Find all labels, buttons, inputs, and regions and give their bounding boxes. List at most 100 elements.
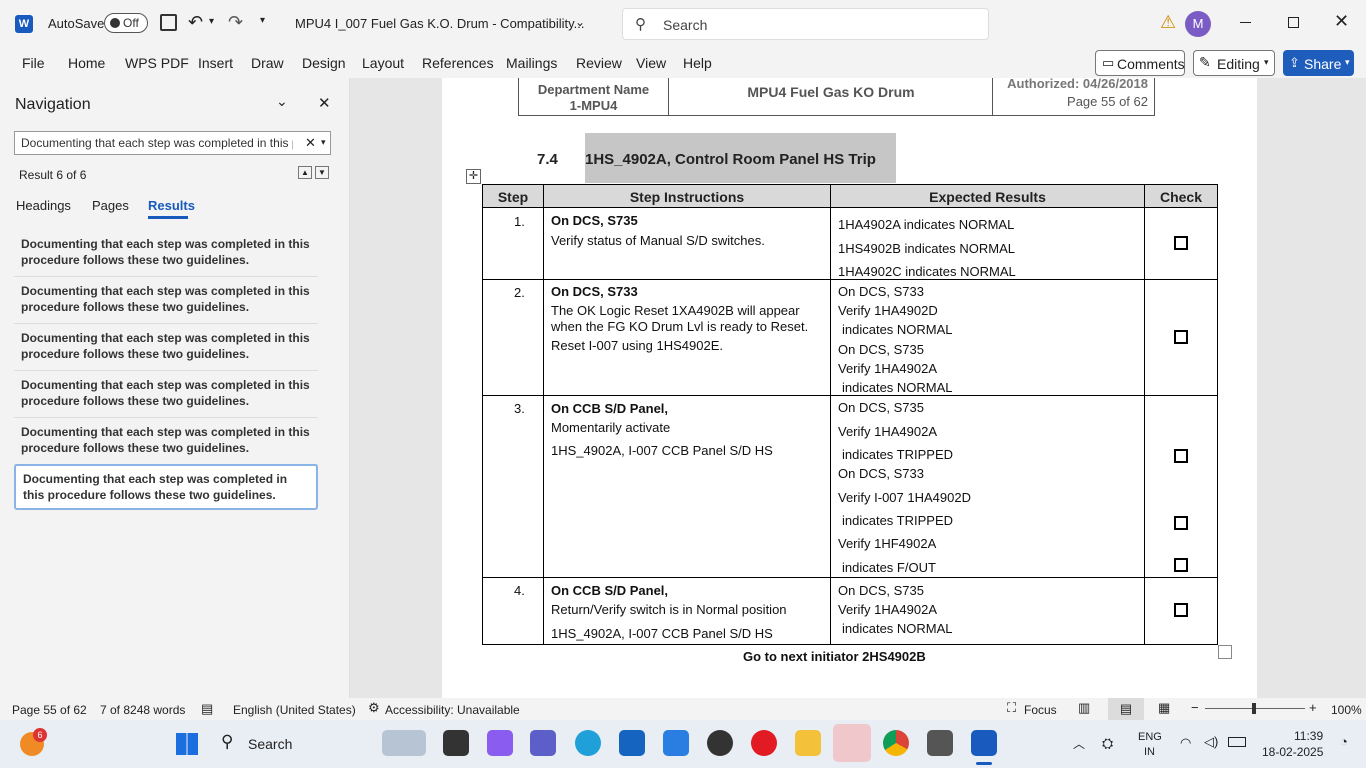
close-button[interactable]: ✕ xyxy=(1334,11,1349,32)
row-divider xyxy=(482,577,1218,578)
redo-icon[interactable]: ↷ xyxy=(228,12,243,33)
taskbar-search[interactable]: Search xyxy=(248,736,292,752)
maximize-button[interactable] xyxy=(1288,17,1299,28)
status-language[interactable]: English (United States) xyxy=(233,703,356,717)
tab-pages[interactable]: Pages xyxy=(92,198,129,213)
comments-button[interactable]: ▭ Comments xyxy=(1095,50,1185,76)
notification-bell-icon[interactable]: ◔ xyxy=(1340,734,1348,749)
start-icon[interactable] xyxy=(176,733,198,755)
title-dropdown-icon[interactable]: ⌄ xyxy=(575,15,585,29)
zoom-level[interactable]: 100% xyxy=(1331,703,1362,717)
save-icon[interactable] xyxy=(160,14,177,31)
search-result[interactable]: Documenting that each step was completed… xyxy=(14,419,318,465)
check-box[interactable] xyxy=(1174,330,1188,344)
search-options-icon[interactable]: ▾ xyxy=(321,137,326,148)
read-mode-icon[interactable]: ▥ xyxy=(1078,700,1090,716)
zoom-in-button[interactable]: + xyxy=(1309,700,1317,715)
edge-icon[interactable] xyxy=(575,730,601,756)
clock-date[interactable]: 18-02-2025 xyxy=(1262,745,1323,759)
tab-draw[interactable]: Draw xyxy=(251,55,284,71)
wifi-icon[interactable]: ◠ xyxy=(1180,735,1191,751)
check-box[interactable] xyxy=(1174,236,1188,250)
undo-dropdown-icon[interactable]: ▾ xyxy=(209,16,214,27)
nav-close-icon[interactable]: ✕ xyxy=(318,94,331,112)
tab-headings[interactable]: Headings xyxy=(16,198,71,213)
focus-button[interactable]: Focus xyxy=(1024,703,1057,717)
word-taskbar-icon[interactable] xyxy=(971,730,997,756)
proofing-icon[interactable]: ▤ xyxy=(201,701,213,717)
avatar[interactable]: M xyxy=(1185,11,1211,37)
tab-results[interactable]: Results xyxy=(148,198,195,213)
nav-options-icon[interactable]: ⌄ xyxy=(276,93,288,110)
language-indicator[interactable]: ENG xyxy=(1138,731,1162,743)
status-words[interactable]: 7 of 8248 words xyxy=(100,703,185,717)
power-automate-icon[interactable] xyxy=(663,730,689,756)
table-resize-handle[interactable] xyxy=(1218,645,1232,659)
autosave-toggle[interactable]: Off xyxy=(104,13,148,33)
clock-time[interactable]: 11:39 xyxy=(1294,729,1323,743)
header-dept-code: 1-MPU4 xyxy=(569,98,618,113)
next-result-button[interactable]: ▼ xyxy=(315,166,329,179)
store-icon[interactable] xyxy=(619,730,645,756)
share-button[interactable]: ⇪ Share ▾ xyxy=(1283,50,1354,76)
remote-desktop-icon[interactable] xyxy=(927,730,953,756)
status-accessibility[interactable]: Accessibility: Unavailable xyxy=(385,703,520,717)
task-view-icon[interactable] xyxy=(443,730,469,756)
check-box[interactable] xyxy=(1174,558,1188,572)
search-highlight-icon[interactable] xyxy=(382,730,426,756)
tray-chevron-icon[interactable]: ︿ xyxy=(1073,735,1085,752)
tab-review[interactable]: Review xyxy=(576,55,622,71)
accessibility-icon: ⚙ xyxy=(368,700,380,715)
chrome-icon[interactable] xyxy=(883,730,909,756)
zoom-out-button[interactable]: − xyxy=(1191,700,1199,715)
tab-wps-pdf[interactable]: WPS PDF xyxy=(125,55,189,71)
search-result[interactable]: Documenting that each step was completed… xyxy=(14,231,318,277)
previous-result-button[interactable]: ▲ xyxy=(298,166,312,179)
tab-references[interactable]: References xyxy=(422,55,494,71)
tab-design[interactable]: Design xyxy=(302,55,346,71)
tab-help[interactable]: Help xyxy=(683,55,712,71)
snipping-tool-icon[interactable] xyxy=(833,724,871,762)
zoom-slider-thumb[interactable] xyxy=(1252,703,1256,714)
search-result[interactable]: Documenting that each step was completed… xyxy=(14,372,318,418)
search-result[interactable]: Documenting that each step was completed… xyxy=(14,325,318,371)
check-box[interactable] xyxy=(1174,603,1188,617)
step-instruction-heading: On CCB S/D Panel, xyxy=(551,401,669,416)
clear-search-icon[interactable]: ✕ xyxy=(305,135,316,151)
web-layout-icon[interactable]: ▦ xyxy=(1158,700,1170,716)
tab-mailings[interactable]: Mailings xyxy=(506,55,557,71)
search-result-selected[interactable]: Documenting that each step was completed… xyxy=(14,464,318,510)
file-explorer-icon[interactable] xyxy=(795,730,821,756)
undo-icon[interactable]: ↶ xyxy=(188,12,203,33)
check-box[interactable] xyxy=(1174,449,1188,463)
teams-icon[interactable] xyxy=(530,730,556,756)
tray-app-icon[interactable]: ⛭ xyxy=(1102,735,1113,752)
volume-icon[interactable]: ◁) xyxy=(1204,734,1218,750)
focus-icon: ⛶ xyxy=(1007,700,1017,715)
dell-icon[interactable] xyxy=(707,730,733,756)
print-layout-icon[interactable]: ▤ xyxy=(1108,698,1144,720)
copilot-icon[interactable] xyxy=(487,730,513,756)
tab-insert[interactable]: Insert xyxy=(198,55,233,71)
taskbar-search-icon[interactable]: ⚲ xyxy=(221,732,233,752)
search-result[interactable]: Documenting that each step was completed… xyxy=(14,278,318,324)
nav-search-input[interactable]: Documenting that each step was completed… xyxy=(14,131,331,155)
active-app-indicator xyxy=(976,762,992,765)
table-move-handle-icon[interactable]: ✛ xyxy=(466,169,481,184)
step-instruction-text: when the FG KO Drum Lvl is ready to Rese… xyxy=(551,319,809,334)
battery-icon[interactable] xyxy=(1228,737,1246,747)
tab-layout[interactable]: Layout xyxy=(362,55,404,71)
warning-icon[interactable]: ⚠ xyxy=(1160,12,1176,33)
customize-qat-icon[interactable]: ▾ xyxy=(260,15,265,26)
search-box[interactable]: ⚲ Search xyxy=(622,8,989,40)
editing-button[interactable]: ✎ Editing ▾ xyxy=(1193,50,1275,76)
opera-icon[interactable] xyxy=(751,730,777,756)
minimize-button[interactable] xyxy=(1240,22,1251,23)
tab-file[interactable]: File xyxy=(22,55,45,71)
comments-label: Comments xyxy=(1117,56,1185,72)
tab-home[interactable]: Home xyxy=(68,55,105,71)
status-page[interactable]: Page 55 of 62 xyxy=(12,703,87,717)
language-region[interactable]: IN xyxy=(1144,746,1155,758)
tab-view[interactable]: View xyxy=(636,55,666,71)
check-box[interactable] xyxy=(1174,516,1188,530)
